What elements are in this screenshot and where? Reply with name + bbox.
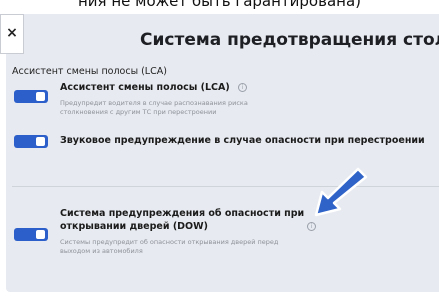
dow-toggle[interactable]	[14, 228, 48, 241]
dow-description-line2: выходом из автомобиля	[60, 247, 143, 255]
pointer-arrow-icon	[314, 167, 368, 217]
close-button[interactable]: ×	[0, 14, 24, 54]
toggle-knob	[36, 92, 45, 101]
lca-description-line1: Предупредит водителя в случае распознава…	[60, 99, 248, 107]
lca-toggle[interactable]	[14, 90, 48, 103]
dow-title-line1: Система предупреждения об опасности при	[60, 208, 305, 219]
sound-warning-title: Звуковое предупреждение в случае опаснос…	[60, 135, 425, 146]
info-icon[interactable]: i	[238, 83, 248, 92]
dow-title-line2: открывании дверей (DOW)	[60, 221, 208, 232]
lca-description-line2: столкновения с другим ТС при перестроени…	[60, 108, 217, 116]
dow-title-line2-row: открывании дверей (DOW) i	[60, 221, 317, 232]
info-icon[interactable]: i	[307, 222, 317, 231]
photo-caption: ния не может быть гарантирована)	[78, 0, 361, 10]
lca-title: Ассистент смены полосы (LCA)	[60, 82, 230, 93]
sound-warning-toggle[interactable]	[14, 135, 48, 148]
toggle-knob	[36, 137, 45, 146]
divider	[12, 186, 439, 187]
dow-description-line1: Системы предупредит об опасности открыва…	[60, 238, 279, 246]
page-title: Система предотвращения столкно	[140, 30, 439, 50]
screen: ния не может быть гарантирована) × Систе…	[0, 0, 439, 300]
close-icon: ×	[6, 25, 18, 41]
lca-title-row: Ассистент смены полосы (LCA) i	[60, 82, 248, 93]
section-title: Ассистент смены полосы (LCA)	[12, 66, 167, 77]
toggle-knob	[36, 230, 45, 239]
